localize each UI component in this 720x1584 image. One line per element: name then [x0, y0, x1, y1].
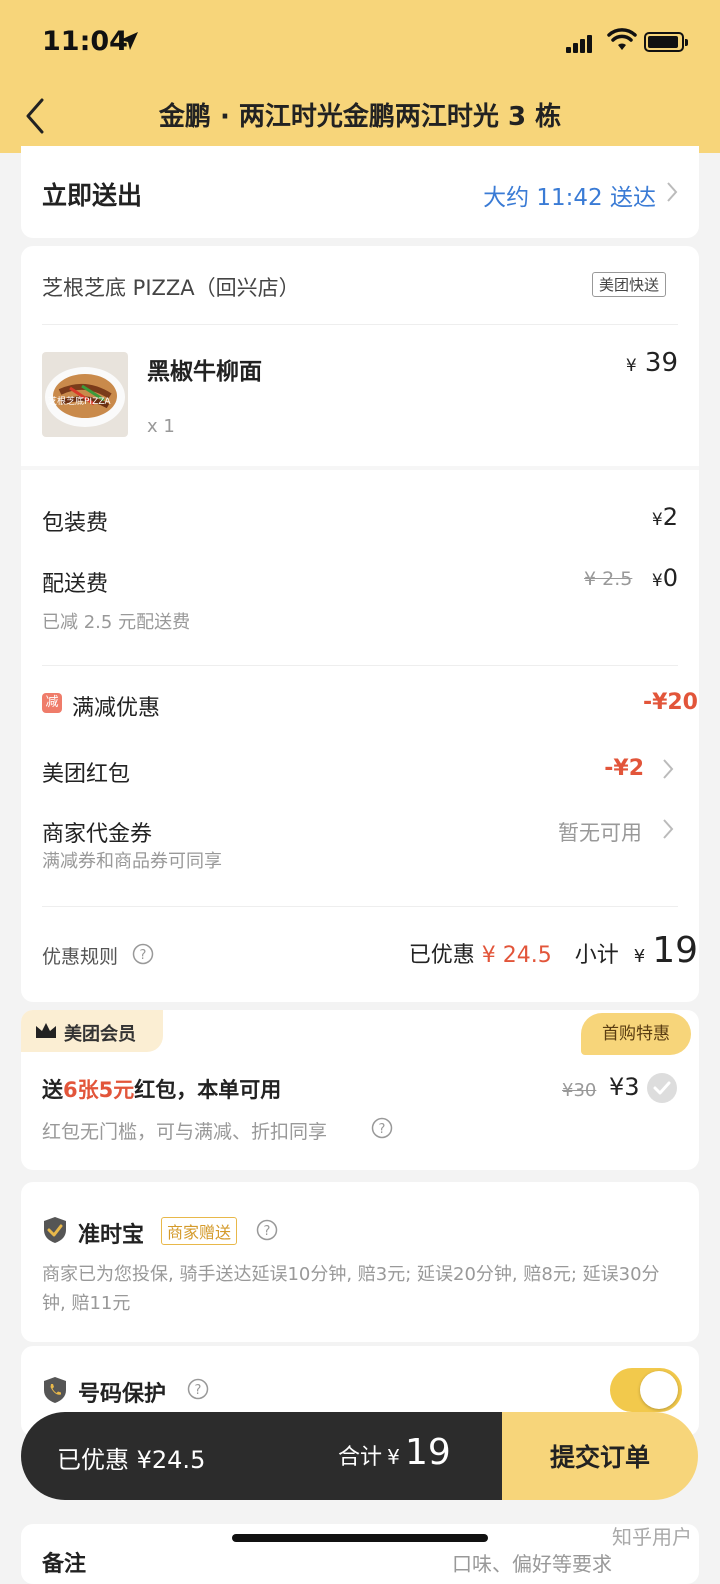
subtotal-value: 19 — [652, 930, 698, 971]
manjian-label: 满减优惠 — [72, 696, 161, 721]
member-tag-label: 美团会员 — [64, 1024, 136, 1045]
delivery-fee-note: 已减 2.5 元配送费 — [42, 612, 191, 633]
total-label: 合计 — [338, 1445, 383, 1470]
page-title: 金鹏 · 两江时光金鹏两江时光 3 栋 — [158, 102, 562, 132]
chevron-right-icon[interactable] — [662, 818, 674, 840]
redpacket-label[interactable]: 美团红包 — [42, 756, 130, 788]
question-icon[interactable]: ? — [371, 1117, 393, 1139]
redpacket-value[interactable]: -¥2 — [604, 756, 644, 781]
ontime-desc: 商家已为您投保, 骑手送达延误10分钟, 赔3元; 延误20分钟, 赔8元; 延… — [42, 1264, 660, 1314]
location-arrow-icon — [120, 32, 138, 50]
question-icon[interactable]: ? — [132, 943, 154, 965]
bottom-total: 合计 ¥ 19 — [338, 1432, 451, 1473]
check-circle-icon[interactable] — [647, 1073, 677, 1103]
home-indicator — [232, 1534, 488, 1542]
wifi-icon — [607, 28, 637, 50]
member-offer[interactable]: 送6张5元红包，本单可用 — [42, 1074, 281, 1104]
offer-highlight: 6张5元 — [63, 1078, 135, 1102]
offer-prefix: 送 — [42, 1078, 63, 1102]
signal-icon — [566, 34, 594, 53]
member-note: 红包无门槛，可与满减、折扣同享 — [42, 1121, 328, 1143]
delivery-fee: ¥0 — [651, 564, 678, 592]
total-value: 19 — [404, 1432, 451, 1473]
rules-link[interactable]: 优惠规则 — [42, 942, 118, 969]
status-time: 11:04 — [42, 26, 128, 57]
first-purchase-tag: 首购特惠 — [581, 1013, 691, 1055]
remark-label[interactable]: 备注 — [42, 1546, 86, 1578]
divider — [42, 665, 678, 666]
delivery-badge: 美团快送 — [592, 272, 667, 297]
delivery-fee-value: 0 — [662, 564, 678, 592]
packaging-fee: ¥2 — [651, 503, 678, 531]
phone-shield-icon — [44, 1377, 66, 1403]
battery-icon — [644, 32, 688, 52]
crown-icon — [36, 1023, 56, 1038]
shield-check-icon — [44, 1217, 66, 1243]
voucher-note: 满减券和商品券可同享 — [42, 851, 222, 872]
manjian-tag-icon: 减 — [42, 693, 62, 713]
privacy-title: 号码保护 — [78, 1382, 167, 1407]
ontime-title: 准时宝 — [78, 1223, 145, 1248]
item-image: 芝根芝底PIZZA — [42, 352, 128, 437]
member-price: ¥3 — [609, 1073, 640, 1101]
divider — [42, 324, 678, 325]
item-name: 黑椒牛柳面 — [147, 359, 262, 385]
ontime-badge: 商家赠送 — [161, 1217, 238, 1245]
divider — [42, 906, 678, 907]
chevron-right-icon — [667, 182, 678, 202]
watermark: 知乎用户 — [612, 1525, 692, 1549]
voucher-value[interactable]: 暂无可用 — [558, 817, 642, 847]
privacy-toggle-knob[interactable] — [640, 1371, 678, 1409]
section-gap — [21, 466, 699, 470]
item-price-value: 39 — [644, 348, 678, 378]
voucher-label[interactable]: 商家代金券 — [42, 816, 152, 848]
packaging-fee-value: 2 — [662, 503, 678, 531]
delivery-label: 立即送出 — [42, 181, 143, 210]
member-original-price: ¥30 — [562, 1080, 597, 1101]
store-name: 芝根芝底 PIZZA（回兴店） — [42, 276, 300, 300]
svg-text:?: ? — [379, 1122, 386, 1137]
svg-text:?: ? — [140, 948, 147, 963]
bottom-saved: 已优惠 ¥24.5 — [57, 1446, 206, 1474]
delivery-fee-original: ¥ 2.5 — [584, 568, 633, 590]
delivery-fee-label: 配送费 — [42, 572, 109, 597]
svg-text:?: ? — [195, 1383, 202, 1398]
delivery-eta[interactable]: 大约 11:42 送达 — [483, 178, 656, 212]
manjian-value: -¥20 — [642, 690, 698, 715]
submit-order-label[interactable]: 提交订单 — [502, 1438, 698, 1474]
remark-value[interactable]: 口味、偏好等要求 — [452, 1548, 612, 1577]
subtotal-label: 小计 — [574, 943, 619, 968]
offer-suffix: 红包，本单可用 — [134, 1078, 282, 1102]
question-icon[interactable]: ? — [256, 1219, 278, 1241]
chevron-right-icon[interactable] — [662, 758, 674, 780]
saved-label: 已优惠 — [408, 943, 475, 968]
summary-line: 已优惠 ¥ 24.5 小计 ¥ 19 — [408, 930, 698, 971]
rules-label[interactable]: 优惠规则 — [42, 946, 118, 968]
question-icon[interactable]: ? — [187, 1378, 209, 1400]
total-currency: ¥ — [387, 1445, 400, 1469]
svg-text:?: ? — [264, 1224, 271, 1239]
item-qty: x 1 — [147, 416, 175, 437]
saved-value: ¥ 24.5 — [481, 943, 552, 968]
item-price: ¥ 39 — [625, 348, 678, 378]
item-image-watermark: 芝根芝底PIZZA — [48, 397, 111, 407]
packaging-label: 包装费 — [42, 511, 109, 536]
